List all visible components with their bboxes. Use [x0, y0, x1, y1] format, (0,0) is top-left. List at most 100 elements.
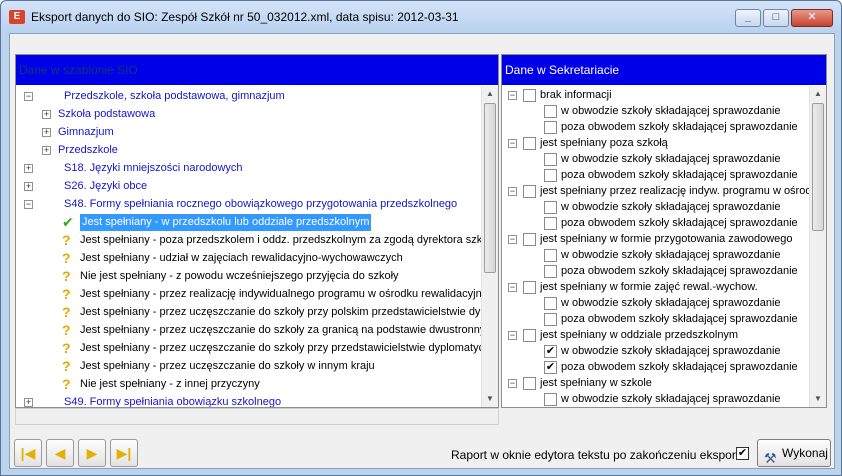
tree-row-label: S26. Języki obce	[64, 180, 148, 192]
option-checkbox[interactable]	[523, 377, 536, 390]
tree-row-label: Jest spełniany - przez uczęszczanie do s…	[80, 324, 498, 336]
scroll-down-icon[interactable]: ▼	[810, 391, 826, 407]
option-checkbox[interactable]	[544, 169, 557, 182]
option-checkbox[interactable]	[544, 249, 557, 262]
last-record-button[interactable]: ▶|	[110, 439, 138, 467]
left-vertical-scrollbar[interactable]: ▲ ▼	[481, 86, 498, 407]
option-checkbox[interactable]	[544, 121, 557, 134]
option-checkbox[interactable]: ✔	[544, 361, 557, 374]
option-checkbox[interactable]: ✔	[544, 345, 557, 358]
check-icon: ✔	[62, 214, 74, 230]
run-button-label: Wykonaj	[782, 446, 828, 460]
option-label: w obwodzie szkoły składającej sprawozdan…	[561, 249, 781, 261]
left-horizontal-scrollbar[interactable]	[15, 408, 499, 425]
expand-icon[interactable]: +	[24, 398, 33, 407]
option-checkbox[interactable]	[523, 233, 536, 246]
option-checkbox[interactable]	[523, 329, 536, 342]
tree-row-label: Jest spełniany - przez realizację indywi…	[80, 288, 498, 300]
secretariat-header: Dane w Sekretariacie	[502, 55, 826, 85]
expand-icon[interactable]: +	[24, 182, 33, 191]
option-label: jest spełniany w formie przygotowania za…	[540, 233, 793, 245]
question-icon: ?	[62, 268, 71, 284]
question-icon: ?	[62, 358, 71, 374]
collapse-icon[interactable]: −	[508, 139, 517, 148]
question-icon: ?	[62, 286, 71, 302]
tree-row-label: S18. Języki mniejszości narodowych	[64, 162, 243, 174]
question-icon: ?	[62, 322, 71, 338]
collapse-icon[interactable]: −	[508, 331, 517, 340]
question-icon: ?	[62, 304, 71, 320]
expand-icon[interactable]: +	[42, 146, 51, 155]
collapse-icon[interactable]: −	[508, 187, 517, 196]
tree-row-label: Jest spełniany - udział w zajęciach rewa…	[80, 252, 403, 264]
option-checkbox[interactable]	[523, 89, 536, 102]
option-checkbox[interactable]	[523, 185, 536, 198]
option-label: w obwodzie szkoły składającej sprawozdan…	[561, 153, 781, 165]
collapse-icon[interactable]: −	[24, 200, 33, 209]
option-label: w obwodzie szkoły składającej sprawozdan…	[561, 393, 781, 405]
option-checkbox[interactable]	[523, 281, 536, 294]
minimize-icon: _	[744, 11, 752, 23]
next-record-button[interactable]: ▶	[78, 439, 106, 467]
tools-icon: ⚒	[764, 450, 777, 466]
tree-row-label: Jest spełniany - przez uczęszczanie do s…	[80, 306, 498, 318]
scroll-up-icon[interactable]: ▲	[482, 86, 498, 102]
client-area: Dane w szablonie SIO − Przedszkole, szkoł…	[9, 33, 835, 469]
scroll-thumb[interactable]	[484, 103, 496, 273]
secretariat-panel: Dane w Sekretariacie − brak informacji w o…	[501, 54, 827, 408]
option-label: poza obwodem szkoły składającej sprawozd…	[561, 217, 798, 229]
tree-row-label: Nie jest spełniany - z powodu wcześniejs…	[80, 270, 399, 282]
maximize-button[interactable]: □	[763, 9, 789, 27]
collapse-icon[interactable]: −	[508, 379, 517, 388]
collapse-icon[interactable]: −	[508, 235, 517, 244]
tree-row-label: Przedszkole	[58, 144, 118, 156]
minimize-button[interactable]: _	[735, 9, 761, 27]
scroll-thumb[interactable]	[812, 103, 824, 231]
tree-row-label: Nie jest spełniany - z innej przyczyny	[80, 378, 260, 390]
collapse-icon[interactable]: −	[508, 91, 517, 100]
option-checkbox[interactable]	[523, 137, 536, 150]
maximize-icon: □	[772, 11, 780, 23]
option-label: w obwodzie szkoły składającej sprawozdan…	[561, 201, 781, 213]
tree-row-label: Jest spełniany - przez uczęszczanie do s…	[80, 342, 498, 354]
previous-icon: ◀	[54, 445, 66, 461]
sio-template-panel: Dane w szablonie SIO − Przedszkole, szkoł…	[15, 54, 499, 408]
collapse-icon[interactable]: −	[508, 283, 517, 292]
option-checkbox[interactable]	[544, 313, 557, 326]
export-window: E Eksport danych do SIO: Zespół Szkół nr…	[0, 0, 842, 476]
run-button[interactable]: ⚒ Wykonaj	[757, 439, 831, 467]
last-icon: ▶|	[116, 445, 132, 461]
option-checkbox[interactable]	[544, 201, 557, 214]
close-button[interactable]: ✕	[791, 9, 833, 27]
first-record-button[interactable]: |◀	[14, 439, 42, 467]
secretariat-tree[interactable]: − brak informacji w obwodzie szkoły składa…	[502, 86, 826, 407]
title-bar[interactable]: E Eksport danych do SIO: Zespół Szkół nr…	[1, 1, 841, 33]
scroll-up-icon[interactable]: ▲	[810, 86, 826, 102]
option-checkbox[interactable]	[544, 297, 557, 310]
report-option-checkbox[interactable]: ✔	[736, 447, 749, 460]
expand-icon[interactable]: +	[42, 128, 51, 137]
previous-record-button[interactable]: ◀	[46, 439, 74, 467]
option-label: poza obwodem szkoły składającej sprawozd…	[561, 361, 798, 373]
option-label: poza obwodem szkoły składającej sprawozd…	[561, 121, 798, 133]
option-checkbox[interactable]	[544, 153, 557, 166]
right-vertical-scrollbar[interactable]: ▲ ▼	[809, 86, 826, 407]
option-checkbox[interactable]	[544, 393, 557, 406]
sio-template-tree[interactable]: − Przedszkole, szkoła podstawowa, gimnazj…	[16, 86, 498, 407]
option-label: jest spełniany w szkole	[540, 377, 652, 389]
scroll-down-icon[interactable]: ▼	[482, 391, 498, 407]
option-checkbox[interactable]	[544, 105, 557, 118]
collapse-icon[interactable]: −	[24, 92, 33, 101]
tree-row-label: Jest spełniany - w przedszkolu lub oddzi…	[80, 214, 372, 231]
option-checkbox[interactable]	[544, 217, 557, 230]
report-option-label: Raport w oknie edytora tekstu po zakończ…	[451, 448, 746, 462]
tree-row-label: S48. Formy spełniania rocznego obowiązko…	[64, 198, 458, 210]
app-icon: E	[9, 10, 25, 24]
expand-icon[interactable]: +	[24, 164, 33, 173]
option-label: jest spełniany w oddziale przedszkolnym	[540, 329, 739, 341]
option-label: w obwodzie szkoły składającej sprawozdan…	[561, 345, 781, 357]
question-icon: ?	[62, 340, 71, 356]
option-checkbox[interactable]	[544, 265, 557, 278]
expand-icon[interactable]: +	[42, 110, 51, 119]
tree-row-label: Gimnazjum	[58, 126, 114, 138]
